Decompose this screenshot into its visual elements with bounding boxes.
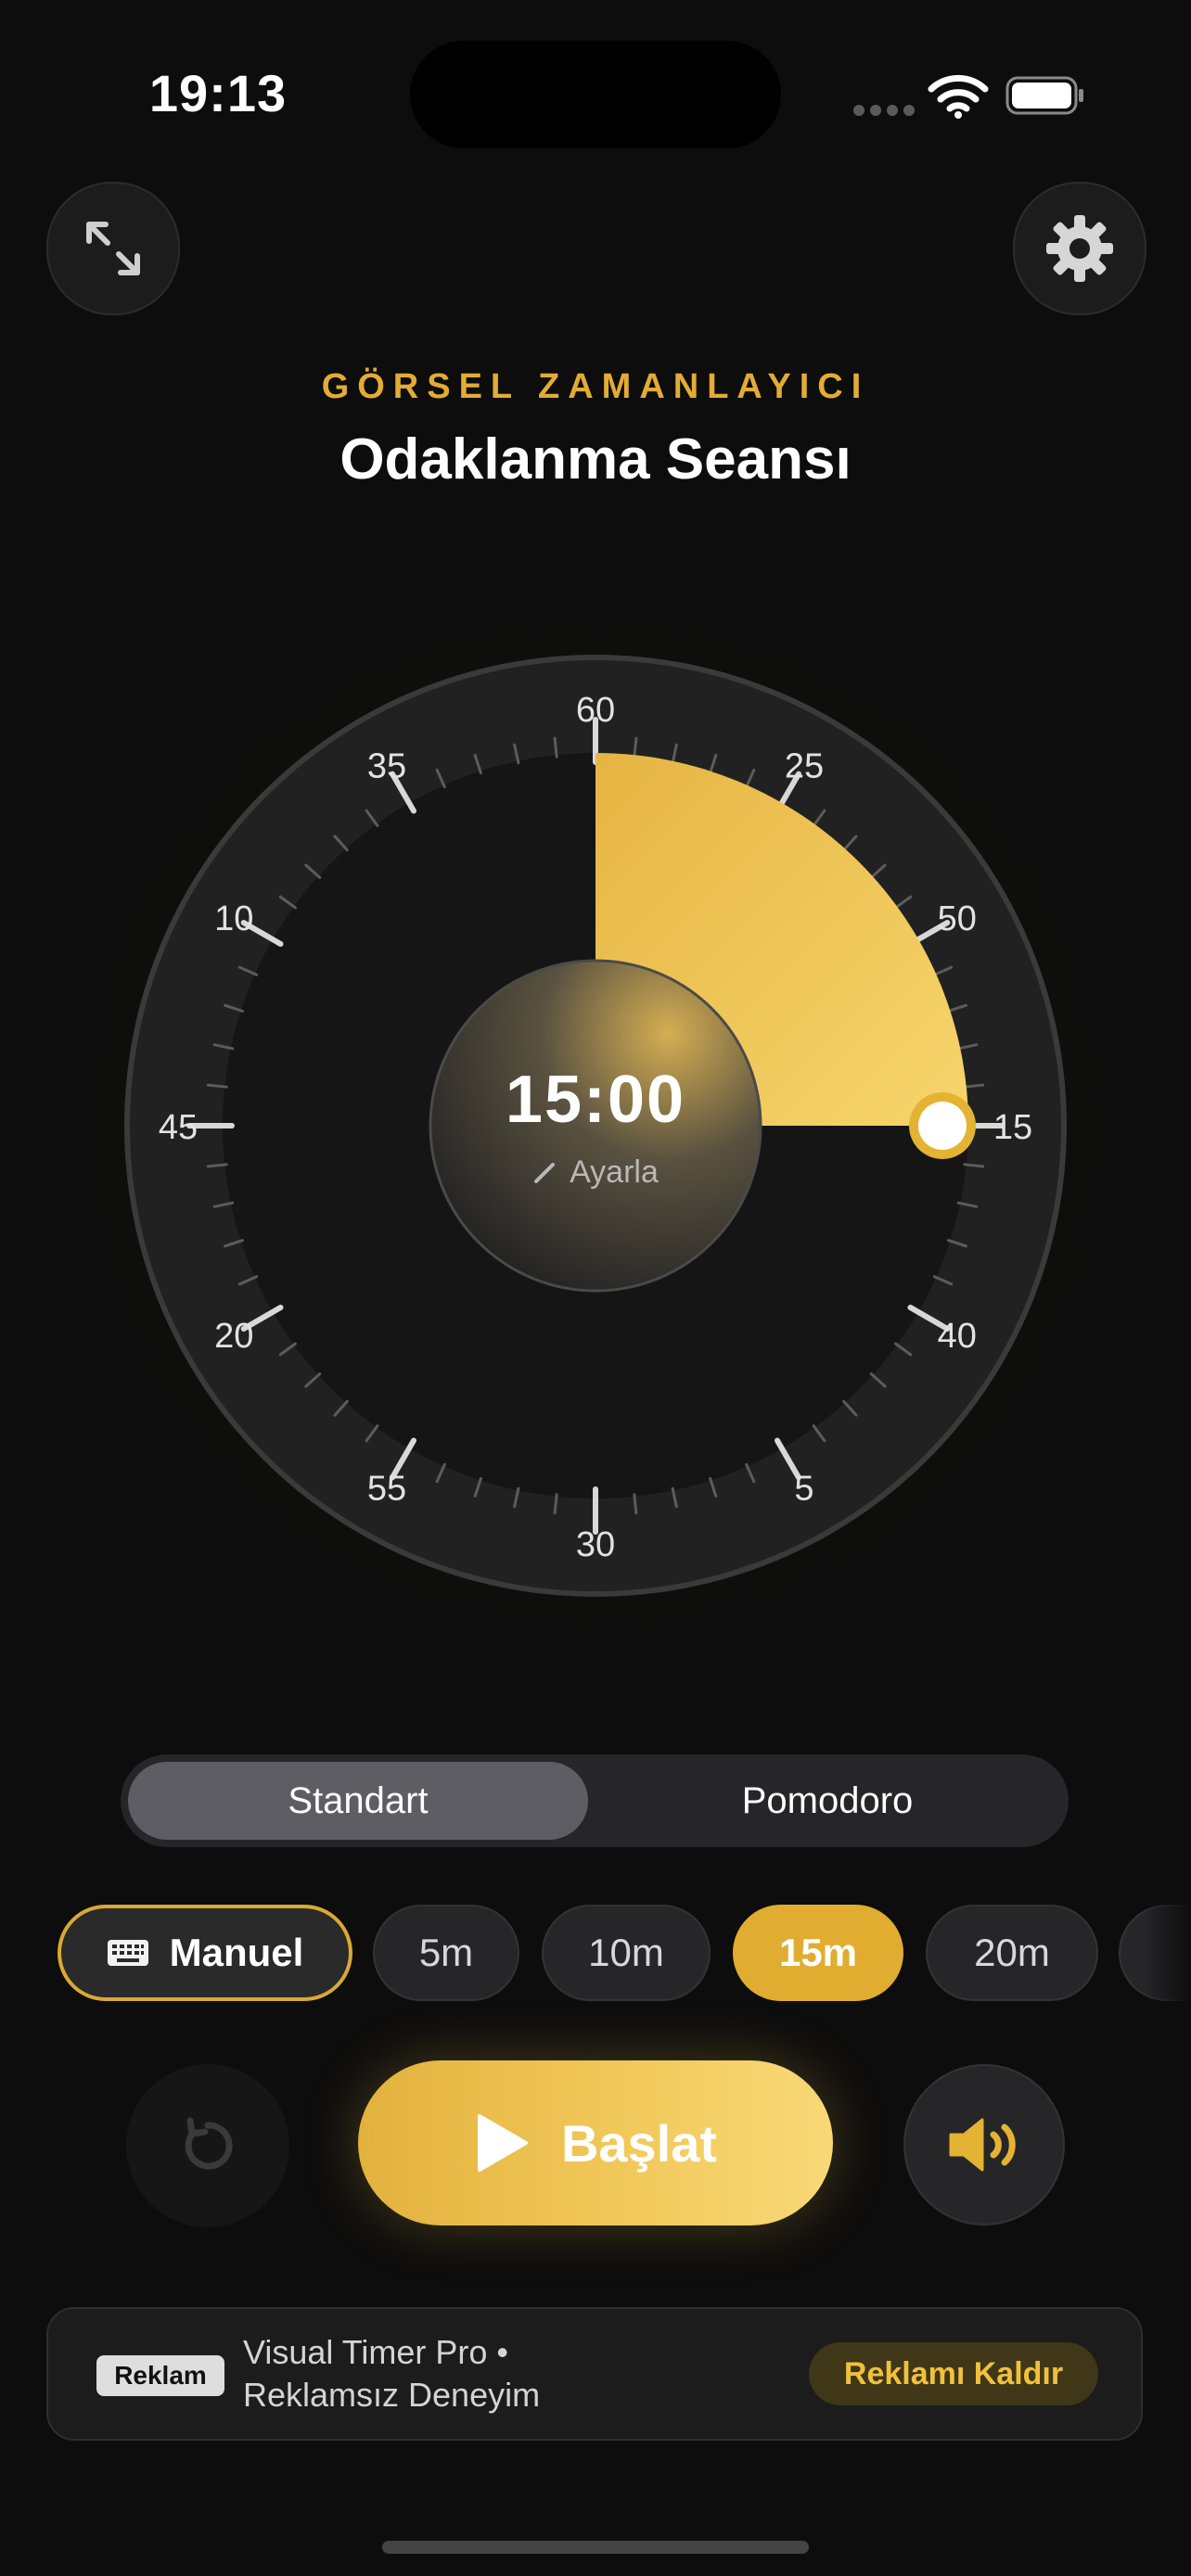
settings-button[interactable] [1013, 182, 1146, 315]
reset-button[interactable] [126, 2064, 289, 2227]
reset-icon [185, 2117, 233, 2170]
ad-line-2: Reklamsız Deneyim [243, 2376, 541, 2414]
sound-toggle-button[interactable] [903, 2064, 1065, 2225]
ad-line-1: Visual Timer Pro • [243, 2333, 509, 2371]
dial-label-20: 20 [214, 1317, 253, 1356]
minor-tick [633, 1493, 638, 1515]
segment-pomodoro[interactable]: Pomodoro [596, 1762, 1059, 1840]
dial-label-30: 30 [576, 1525, 615, 1564]
keyboard-icon [107, 1940, 148, 1966]
dial-label-15: 15 [993, 1108, 1032, 1147]
minor-tick [553, 1493, 558, 1515]
dial-label-45: 45 [159, 1108, 198, 1147]
gear-icon [1046, 215, 1113, 282]
dial-label-35: 35 [367, 746, 406, 785]
mode-segmented-control: Standart Pomodoro [121, 1754, 1069, 1847]
dial-drag-handle[interactable] [909, 1092, 976, 1159]
speaker-icon [949, 2118, 1016, 2172]
segment-standart[interactable]: Standart [128, 1762, 588, 1840]
dial-label-10: 10 [214, 899, 253, 938]
fullscreen-button[interactable] [46, 182, 180, 315]
play-icon [477, 2114, 528, 2172]
minor-tick [206, 1163, 228, 1168]
dial-label-60: 60 [576, 691, 615, 730]
manual-preset-button[interactable]: Manuel [58, 1905, 352, 2001]
chip-scroll-fade [1143, 1892, 1191, 2014]
start-label: Başlat [560, 2113, 718, 2173]
pencil-icon [534, 1163, 556, 1183]
expand-icon [86, 222, 140, 275]
minor-tick [963, 1083, 985, 1089]
cellular-signal-icon [853, 104, 920, 121]
dial-label-50: 50 [938, 899, 977, 938]
dial-label-25: 25 [785, 746, 824, 785]
dial-label-40: 40 [938, 1317, 977, 1356]
minor-tick [633, 736, 638, 759]
battery-icon [1005, 76, 1083, 115]
ad-text: Visual Timer Pro • Reklamsız Deneyim [243, 2331, 540, 2417]
minor-tick [553, 736, 558, 759]
status-time: 19:13 [148, 64, 288, 122]
dynamic-island [410, 41, 781, 148]
remove-ads-button[interactable]: Reklamı Kaldır [809, 2342, 1098, 2405]
time-display[interactable]: 15:00 Ayarla [429, 959, 762, 1293]
preset-chip-5m[interactable]: 5m [373, 1905, 519, 2001]
remaining-time: 15:00 [505, 1062, 686, 1137]
ad-banner[interactable]: Reklam Visual Timer Pro • Reklamsız Dene… [46, 2307, 1143, 2441]
dial-label-55: 55 [367, 1470, 406, 1509]
preset-chip-20m[interactable]: 20m [926, 1905, 1098, 2001]
app-eyebrow-title: GÖRSEL ZAMANLAYICI [321, 367, 870, 406]
wifi-icon [928, 74, 989, 119]
home-indicator [382, 2541, 809, 2554]
session-title[interactable]: Odaklanma Seansı [0, 427, 1191, 492]
adjust-label: Ayarla [570, 1154, 659, 1190]
manual-label: Manuel [169, 1931, 304, 1974]
preset-chip-10m[interactable]: 10m [542, 1905, 711, 2001]
minor-tick [206, 1083, 228, 1089]
dial-label-5: 5 [794, 1470, 813, 1509]
start-button[interactable]: Başlat [358, 2060, 833, 2225]
minor-tick [963, 1163, 985, 1168]
adjust-button[interactable]: Ayarla [532, 1154, 659, 1191]
preset-chip-15m[interactable]: 15m [733, 1905, 903, 2001]
ad-tag: Reklam [96, 2355, 224, 2396]
